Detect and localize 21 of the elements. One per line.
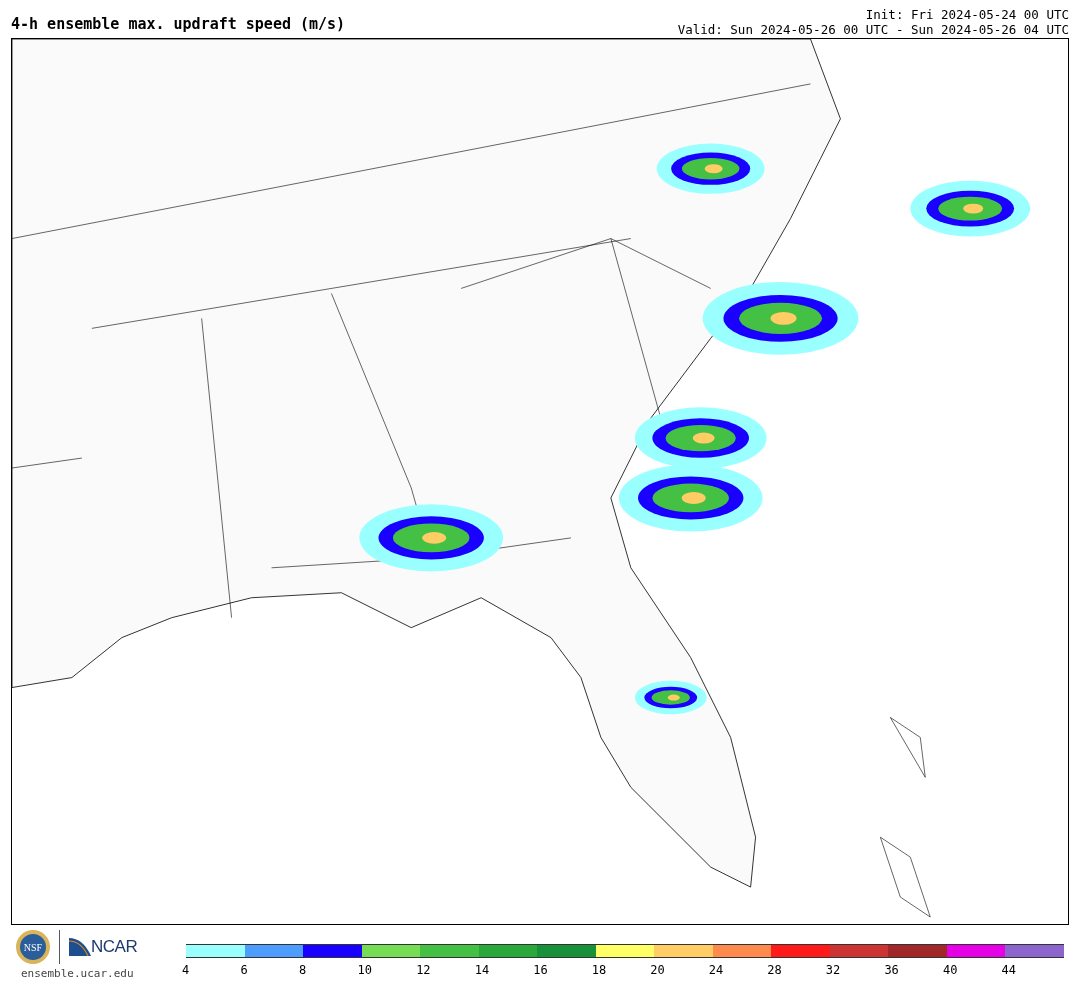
valid-time: Valid: Sun 2024-05-26 00 UTC - Sun 2024-05-26 04 UTC [677, 22, 1069, 37]
legend-label: 16 [533, 963, 548, 977]
site-url: ensemble.ucar.edu [21, 967, 134, 980]
legend-label: 18 [591, 963, 607, 977]
ncar-logo: NCAR [59, 930, 138, 964]
legend-label: 20 [650, 963, 665, 977]
legend-label: 32 [825, 963, 841, 977]
legend-label: 8 [299, 963, 307, 977]
legend-label: 10 [357, 963, 373, 977]
chart-title: 4-h ensemble max. updraft speed (m/s) [11, 15, 346, 35]
legend-label: 14 [474, 963, 490, 977]
legend-label: 40 [942, 963, 958, 977]
legend-label: 24 [708, 963, 724, 977]
init-time: Init: Fri 2024-05-24 00 UTC [865, 7, 1069, 22]
legend-label: 12 [416, 963, 431, 977]
legend-label: 44 [1001, 963, 1016, 977]
legend-label: 28 [767, 963, 782, 977]
legend-label: 4 [182, 963, 190, 977]
nsf-logo: NSF [15, 929, 51, 965]
legend-label: 6 [240, 963, 248, 977]
legend-label: 36 [884, 963, 899, 977]
